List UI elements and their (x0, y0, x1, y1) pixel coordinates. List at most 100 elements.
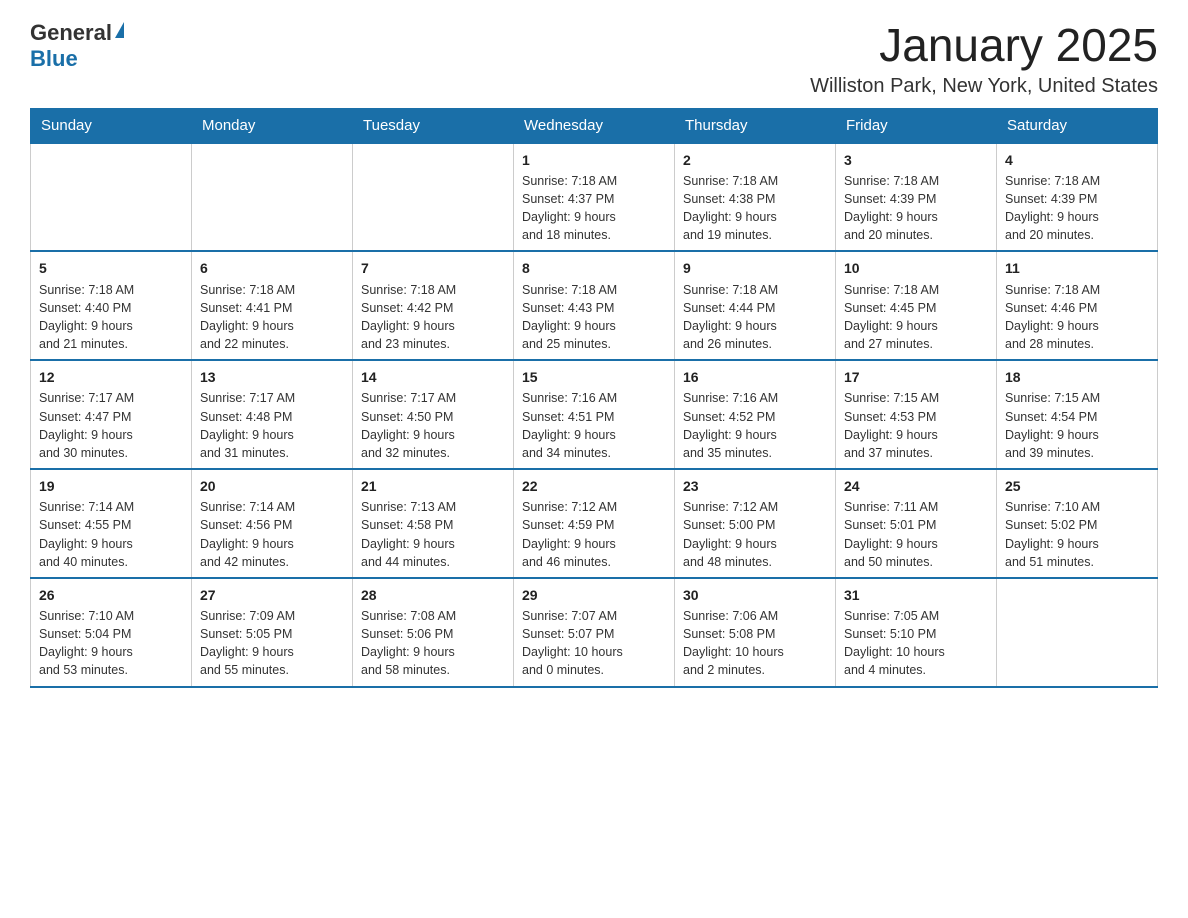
day-cell: 25Sunrise: 7:10 AM Sunset: 5:02 PM Dayli… (997, 469, 1158, 578)
day-info: Sunrise: 7:18 AM Sunset: 4:44 PM Dayligh… (683, 281, 827, 354)
day-info: Sunrise: 7:17 AM Sunset: 4:48 PM Dayligh… (200, 389, 344, 462)
day-number: 29 (522, 585, 666, 605)
day-number: 22 (522, 476, 666, 496)
day-number: 13 (200, 367, 344, 387)
day-cell: 16Sunrise: 7:16 AM Sunset: 4:52 PM Dayli… (675, 360, 836, 469)
day-info: Sunrise: 7:16 AM Sunset: 4:51 PM Dayligh… (522, 389, 666, 462)
day-cell (353, 143, 514, 252)
day-number: 3 (844, 150, 988, 170)
day-info: Sunrise: 7:17 AM Sunset: 4:50 PM Dayligh… (361, 389, 505, 462)
week-row-4: 19Sunrise: 7:14 AM Sunset: 4:55 PM Dayli… (31, 469, 1158, 578)
logo: General Blue (30, 20, 124, 72)
day-number: 7 (361, 258, 505, 278)
day-info: Sunrise: 7:05 AM Sunset: 5:10 PM Dayligh… (844, 607, 988, 680)
column-header-friday: Friday (836, 108, 997, 143)
day-info: Sunrise: 7:12 AM Sunset: 4:59 PM Dayligh… (522, 498, 666, 571)
day-info: Sunrise: 7:15 AM Sunset: 4:54 PM Dayligh… (1005, 389, 1149, 462)
calendar-subtitle: Williston Park, New York, United States (810, 75, 1158, 98)
day-number: 10 (844, 258, 988, 278)
day-number: 20 (200, 476, 344, 496)
day-cell: 26Sunrise: 7:10 AM Sunset: 5:04 PM Dayli… (31, 578, 192, 687)
column-header-tuesday: Tuesday (353, 108, 514, 143)
day-info: Sunrise: 7:07 AM Sunset: 5:07 PM Dayligh… (522, 607, 666, 680)
day-info: Sunrise: 7:09 AM Sunset: 5:05 PM Dayligh… (200, 607, 344, 680)
day-number: 23 (683, 476, 827, 496)
day-info: Sunrise: 7:10 AM Sunset: 5:02 PM Dayligh… (1005, 498, 1149, 571)
day-info: Sunrise: 7:18 AM Sunset: 4:46 PM Dayligh… (1005, 281, 1149, 354)
day-number: 15 (522, 367, 666, 387)
day-number: 5 (39, 258, 183, 278)
day-info: Sunrise: 7:10 AM Sunset: 5:04 PM Dayligh… (39, 607, 183, 680)
title-section: January 2025 Williston Park, New York, U… (810, 20, 1158, 98)
day-cell: 8 Sunrise: 7:18 AM Sunset: 4:43 PM Daylig… (514, 251, 675, 360)
day-cell: 21Sunrise: 7:13 AM Sunset: 4:58 PM Dayli… (353, 469, 514, 578)
column-header-saturday: Saturday (997, 108, 1158, 143)
logo-general: General (30, 20, 112, 46)
day-cell: 1Sunrise: 7:18 AM Sunset: 4:37 PM Daylig… (514, 143, 675, 252)
day-cell: 15Sunrise: 7:16 AM Sunset: 4:51 PM Dayli… (514, 360, 675, 469)
day-number: 12 (39, 367, 183, 387)
day-info: Sunrise: 7:13 AM Sunset: 4:58 PM Dayligh… (361, 498, 505, 571)
day-number: 31 (844, 585, 988, 605)
day-info: Sunrise: 7:18 AM Sunset: 4:42 PM Dayligh… (361, 281, 505, 354)
day-cell: 23Sunrise: 7:12 AM Sunset: 5:00 PM Dayli… (675, 469, 836, 578)
day-cell: 17Sunrise: 7:15 AM Sunset: 4:53 PM Dayli… (836, 360, 997, 469)
day-cell (997, 578, 1158, 687)
day-info: Sunrise: 7:18 AM Sunset: 4:39 PM Dayligh… (844, 172, 988, 245)
day-number: 16 (683, 367, 827, 387)
day-number: 21 (361, 476, 505, 496)
day-number: 2 (683, 150, 827, 170)
day-info: Sunrise: 7:11 AM Sunset: 5:01 PM Dayligh… (844, 498, 988, 571)
day-info: Sunrise: 7:18 AM Sunset: 4:41 PM Dayligh… (200, 281, 344, 354)
day-number: 27 (200, 585, 344, 605)
day-cell: 10 Sunrise: 7:18 AM Sunset: 4:45 PM Dayli… (836, 251, 997, 360)
day-number: 24 (844, 476, 988, 496)
day-cell: 18Sunrise: 7:15 AM Sunset: 4:54 PM Dayli… (997, 360, 1158, 469)
day-cell: 13Sunrise: 7:17 AM Sunset: 4:48 PM Dayli… (192, 360, 353, 469)
day-info: Sunrise: 7:18 AM Sunset: 4:43 PM Dayligh… (522, 281, 666, 354)
column-header-sunday: Sunday (31, 108, 192, 143)
day-cell: 31Sunrise: 7:05 AM Sunset: 5:10 PM Dayli… (836, 578, 997, 687)
day-info: Sunrise: 7:06 AM Sunset: 5:08 PM Dayligh… (683, 607, 827, 680)
day-info: Sunrise: 7:16 AM Sunset: 4:52 PM Dayligh… (683, 389, 827, 462)
day-cell: 22Sunrise: 7:12 AM Sunset: 4:59 PM Dayli… (514, 469, 675, 578)
day-info: Sunrise: 7:12 AM Sunset: 5:00 PM Dayligh… (683, 498, 827, 571)
day-number: 17 (844, 367, 988, 387)
day-info: Sunrise: 7:18 AM Sunset: 4:45 PM Dayligh… (844, 281, 988, 354)
day-number: 30 (683, 585, 827, 605)
day-number: 25 (1005, 476, 1149, 496)
day-info: Sunrise: 7:18 AM Sunset: 4:39 PM Dayligh… (1005, 172, 1149, 245)
day-cell: 6Sunrise: 7:18 AM Sunset: 4:41 PM Daylig… (192, 251, 353, 360)
column-header-wednesday: Wednesday (514, 108, 675, 143)
day-cell: 19Sunrise: 7:14 AM Sunset: 4:55 PM Dayli… (31, 469, 192, 578)
day-number: 18 (1005, 367, 1149, 387)
day-cell: 27Sunrise: 7:09 AM Sunset: 5:05 PM Dayli… (192, 578, 353, 687)
day-cell: 9 Sunrise: 7:18 AM Sunset: 4:44 PM Daylig… (675, 251, 836, 360)
day-info: Sunrise: 7:18 AM Sunset: 4:38 PM Dayligh… (683, 172, 827, 245)
day-number: 19 (39, 476, 183, 496)
calendar-table: SundayMondayTuesdayWednesdayThursdayFrid… (30, 108, 1158, 688)
page-header: General Blue January 2025 Williston Park… (30, 20, 1158, 98)
day-cell: 11 Sunrise: 7:18 AM Sunset: 4:46 PM Dayli… (997, 251, 1158, 360)
day-info: Sunrise: 7:15 AM Sunset: 4:53 PM Dayligh… (844, 389, 988, 462)
day-number: 9 (683, 258, 827, 278)
week-row-1: 1Sunrise: 7:18 AM Sunset: 4:37 PM Daylig… (31, 143, 1158, 252)
day-number: 8 (522, 258, 666, 278)
day-info: Sunrise: 7:18 AM Sunset: 4:37 PM Dayligh… (522, 172, 666, 245)
day-info: Sunrise: 7:17 AM Sunset: 4:47 PM Dayligh… (39, 389, 183, 462)
day-cell: 14Sunrise: 7:17 AM Sunset: 4:50 PM Dayli… (353, 360, 514, 469)
week-row-2: 5Sunrise: 7:18 AM Sunset: 4:40 PM Daylig… (31, 251, 1158, 360)
day-info: Sunrise: 7:08 AM Sunset: 5:06 PM Dayligh… (361, 607, 505, 680)
logo-blue: Blue (30, 46, 78, 72)
day-cell: 2Sunrise: 7:18 AM Sunset: 4:38 PM Daylig… (675, 143, 836, 252)
day-number: 11 (1005, 258, 1149, 278)
day-cell: 7 Sunrise: 7:18 AM Sunset: 4:42 PM Daylig… (353, 251, 514, 360)
day-cell: 30Sunrise: 7:06 AM Sunset: 5:08 PM Dayli… (675, 578, 836, 687)
day-number: 1 (522, 150, 666, 170)
week-row-5: 26Sunrise: 7:10 AM Sunset: 5:04 PM Dayli… (31, 578, 1158, 687)
day-number: 28 (361, 585, 505, 605)
logo-triangle-icon (115, 22, 124, 38)
header-row: SundayMondayTuesdayWednesdayThursdayFrid… (31, 108, 1158, 143)
day-cell (31, 143, 192, 252)
day-cell (192, 143, 353, 252)
